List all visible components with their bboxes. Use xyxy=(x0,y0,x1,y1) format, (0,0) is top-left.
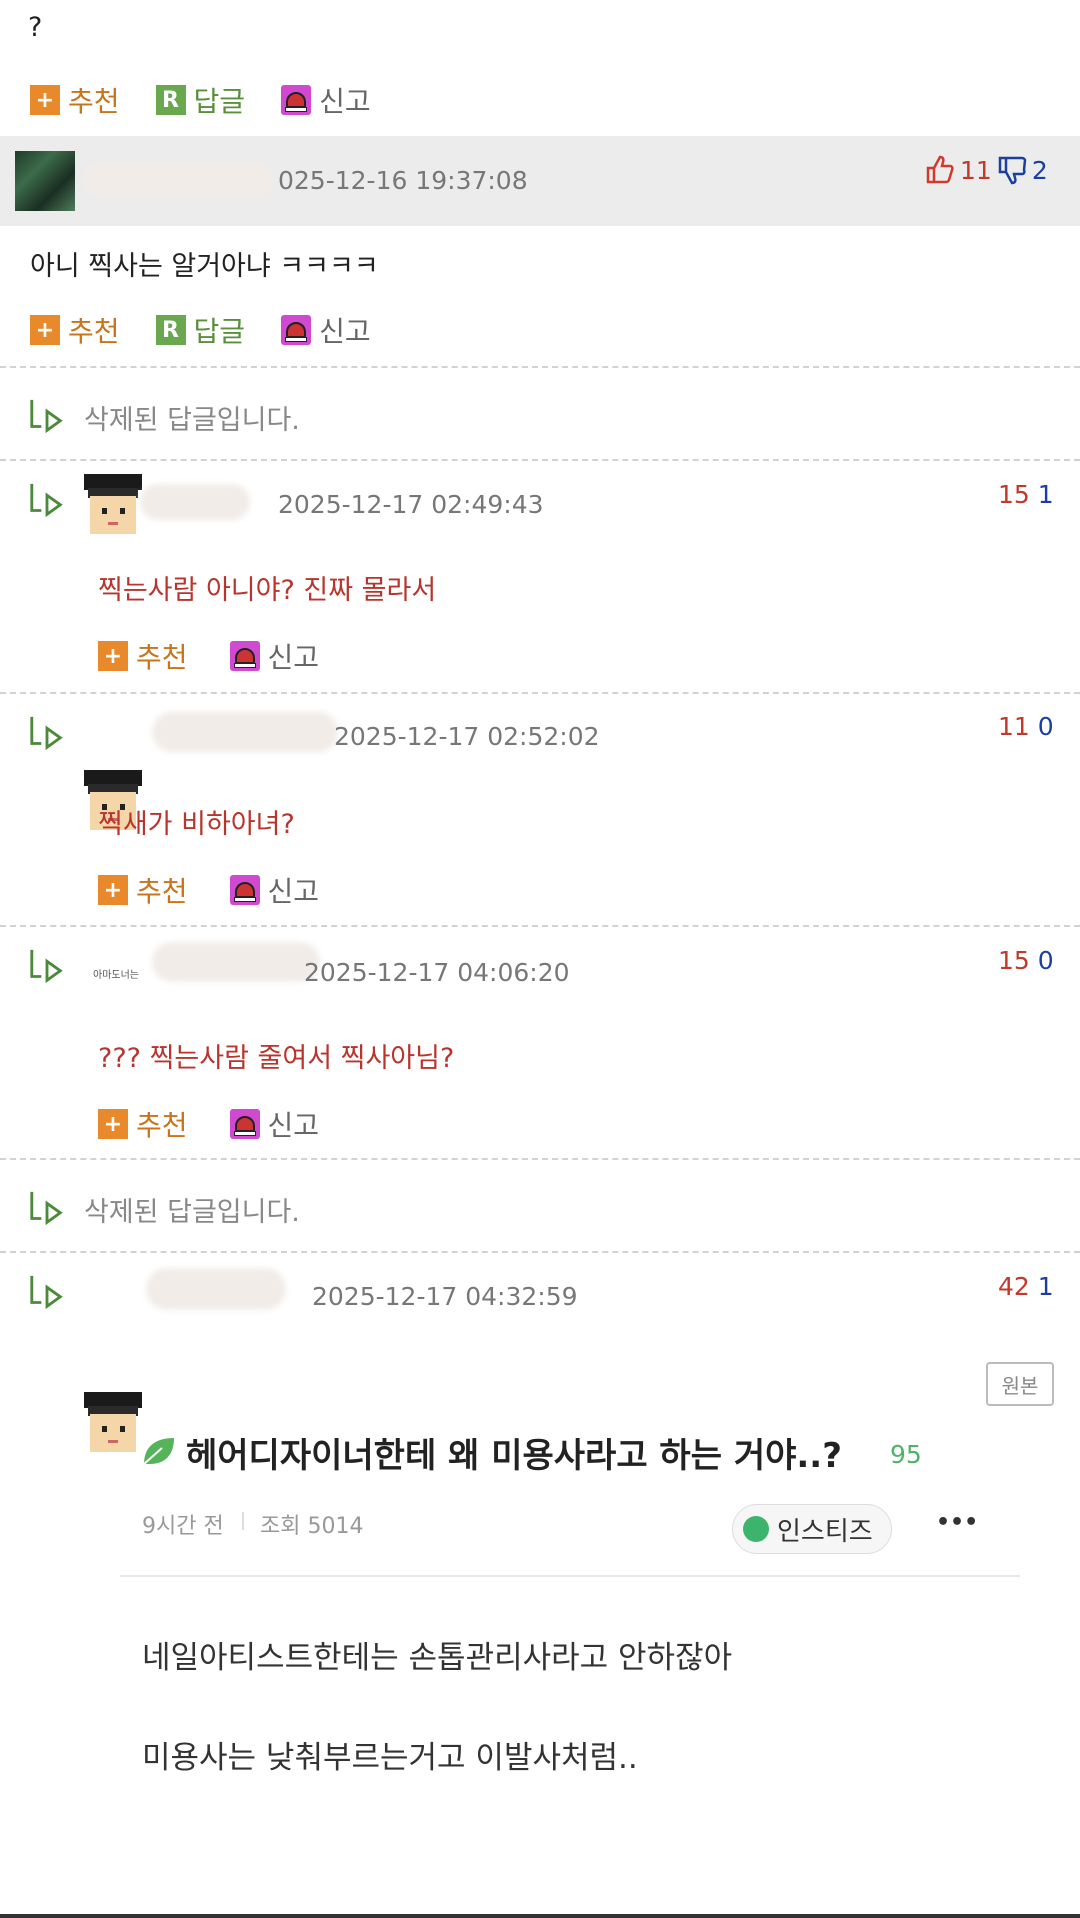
leaf-icon xyxy=(143,1438,174,1465)
reply-actions: + 추천 신고 xyxy=(98,1104,355,1144)
username-redacted xyxy=(152,942,320,982)
embed-body-line: 미용사는 낮춰부르는거고 이발사처럼.. xyxy=(142,1740,638,1776)
plus-icon: + xyxy=(98,1109,128,1139)
reply-arrow-icon xyxy=(30,949,63,984)
plus-icon: + xyxy=(30,315,60,345)
reply-text: 찍새가 비하아녀? xyxy=(98,809,295,840)
avatar[interactable]: 아마도너는 xyxy=(86,948,146,998)
reply-date: 2025-12-17 02:52:02 xyxy=(334,722,600,751)
plus-icon: + xyxy=(98,875,128,905)
report-button[interactable]: 신고 xyxy=(281,310,371,350)
siren-icon xyxy=(281,85,312,115)
reply-date: 2025-12-17 04:06:20 xyxy=(304,958,570,987)
thumbs-down-icon[interactable] xyxy=(996,154,1028,186)
meta-divider xyxy=(242,1512,244,1530)
siren-icon xyxy=(229,875,260,905)
reply-arrow-icon xyxy=(30,716,63,751)
comment-text: 아니 찍사는 알거아냐 ㅋㅋㅋㅋ xyxy=(30,251,379,282)
more-icon[interactable]: ••• xyxy=(936,1510,978,1535)
avatar[interactable] xyxy=(82,474,144,536)
reply-icon: R xyxy=(155,315,186,345)
divider xyxy=(0,366,1080,368)
thumbs-up-icon[interactable] xyxy=(924,154,956,186)
vote-counts: 11 2 xyxy=(924,154,1048,186)
source-chip[interactable]: 인스티즈 xyxy=(732,1504,892,1554)
vote-counts: 11 0 xyxy=(998,712,1054,741)
smile-icon xyxy=(743,1516,769,1542)
embed-title: 헤어디자이너한테 왜 미용사라고 하는 거야..? xyxy=(186,1436,842,1476)
comment-actions: + 추천 R 답글 신고 xyxy=(30,310,407,350)
reply-button[interactable]: R 답글 xyxy=(155,310,245,350)
reply-text: ??? 찍는사람 줄여서 찍사아님? xyxy=(98,1043,455,1074)
comment-actions: + 추천 R 답글 신고 xyxy=(30,80,407,120)
report-button[interactable]: 신고 xyxy=(229,636,319,676)
recommend-button[interactable]: + 추천 xyxy=(98,1104,188,1144)
reply-arrow-icon xyxy=(30,483,63,518)
reply-arrow-icon xyxy=(30,399,63,434)
report-button[interactable]: 신고 xyxy=(229,1104,319,1144)
deleted-reply-text: 삭제된 답글입니다. xyxy=(84,405,300,436)
embed-views: 조회 5014 xyxy=(260,1514,364,1539)
reply-arrow-icon xyxy=(30,1191,63,1226)
report-button[interactable]: 신고 xyxy=(229,870,319,910)
divider xyxy=(0,925,1080,927)
reply-date: 2025-12-17 04:32:59 xyxy=(312,1282,578,1311)
original-image-button[interactable]: 원본 xyxy=(986,1362,1054,1406)
report-button[interactable]: 신고 xyxy=(281,80,371,120)
deleted-reply-text: 삭제된 답글입니다. xyxy=(84,1197,300,1228)
vote-counts: 42 1 xyxy=(998,1272,1054,1301)
bottom-edge xyxy=(0,1914,1080,1918)
plus-icon: + xyxy=(98,641,128,671)
siren-icon xyxy=(229,1109,260,1139)
recommend-button[interactable]: + 추천 xyxy=(30,80,120,120)
divider xyxy=(0,1251,1080,1253)
comment-text: ? xyxy=(28,12,43,43)
siren-icon xyxy=(281,315,312,345)
divider xyxy=(0,459,1080,461)
embed-body-line: 네일아티스트한테는 손톱관리사라고 안하잖아 xyxy=(142,1640,733,1676)
reply-actions: + 추천 신고 xyxy=(98,636,355,676)
avatar[interactable] xyxy=(15,151,75,211)
reply-button[interactable]: R 답글 xyxy=(155,80,245,120)
comment-date: 025-12-16 19:37:08 xyxy=(278,166,528,195)
embed-comment-count: 95 xyxy=(890,1440,922,1469)
recommend-button[interactable]: + 추천 xyxy=(98,870,188,910)
divider xyxy=(120,1575,1020,1577)
reply-actions: + 추천 신고 xyxy=(98,870,355,910)
username-redacted xyxy=(152,712,338,752)
avatar[interactable] xyxy=(82,1392,144,1454)
username-redacted xyxy=(140,484,250,520)
vote-counts: 15 1 xyxy=(998,480,1054,509)
reply-arrow-icon xyxy=(30,1275,63,1310)
comment-header: 025-12-16 19:37:08 11 2 xyxy=(0,136,1080,226)
reply-text: 찍는사람 아니야? 진짜 몰라서 xyxy=(98,575,437,606)
reply-date: 2025-12-17 02:49:43 xyxy=(278,490,544,519)
username-redacted xyxy=(146,1268,286,1310)
username-redacted xyxy=(84,162,274,198)
recommend-button[interactable]: + 추천 xyxy=(98,636,188,676)
vote-counts: 15 0 xyxy=(998,946,1054,975)
siren-icon xyxy=(229,641,260,671)
divider xyxy=(0,692,1080,694)
reply-icon: R xyxy=(155,85,186,115)
divider xyxy=(0,1158,1080,1160)
embed-time: 9시간 전 xyxy=(142,1514,224,1539)
plus-icon: + xyxy=(30,85,60,115)
recommend-button[interactable]: + 추천 xyxy=(30,310,120,350)
